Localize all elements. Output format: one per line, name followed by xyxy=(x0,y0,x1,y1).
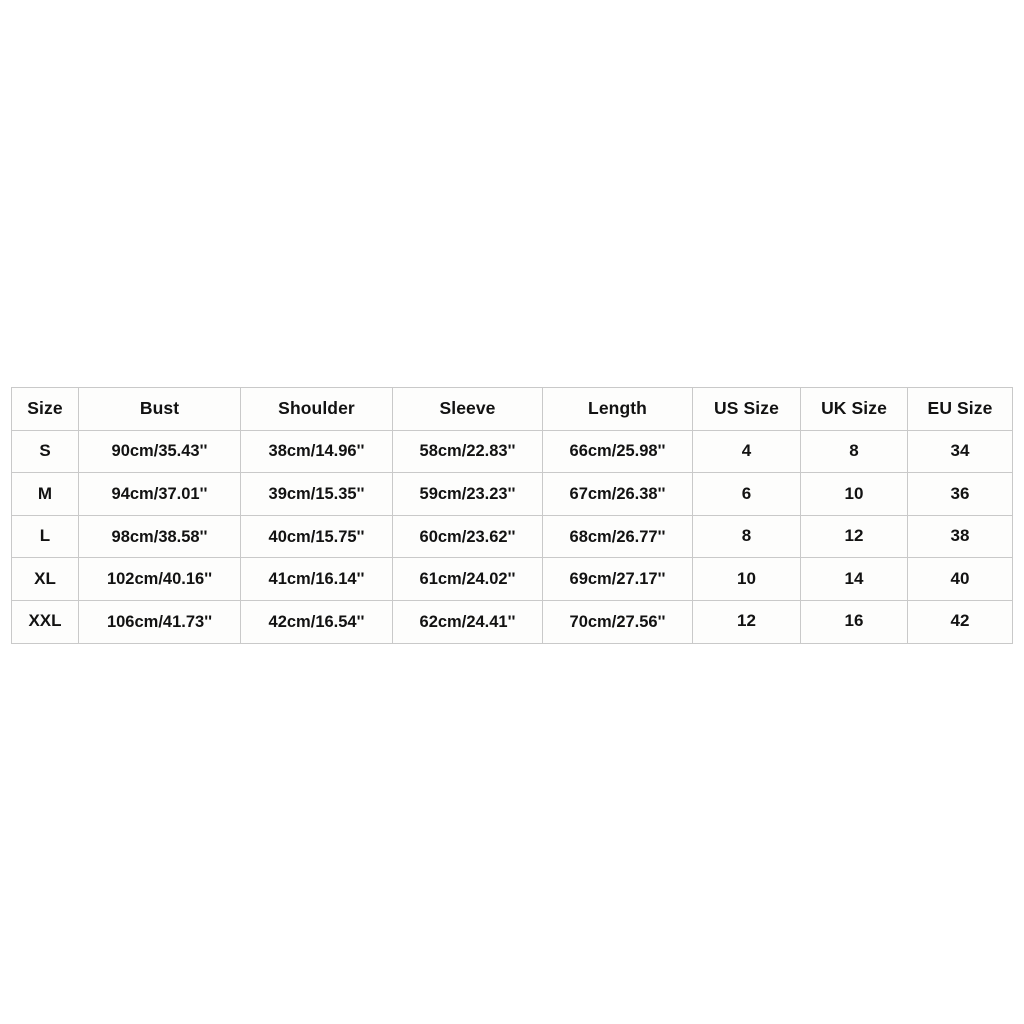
cell-sleeve: 60cm/23.62'' xyxy=(392,514,543,559)
cell-length: 67cm/26.38'' xyxy=(542,472,693,516)
cell-us-size: 6 xyxy=(692,472,801,516)
column-header-uk-size: UK Size xyxy=(800,387,908,431)
cell-uk-size: 16 xyxy=(800,599,908,644)
cell-bust: 102cm/40.16'' xyxy=(78,557,241,601)
cell-length: 70cm/27.56'' xyxy=(542,599,693,644)
size-chart-table: Size Bust Shoulder Sleeve Length US Size… xyxy=(11,387,1013,644)
cell-bust: 106cm/41.73'' xyxy=(78,599,241,644)
cell-size: M xyxy=(11,472,79,516)
cell-size: XXL xyxy=(11,599,79,644)
table-row: M 94cm/37.01'' 39cm/15.35'' 59cm/23.23''… xyxy=(11,472,1013,516)
cell-shoulder: 42cm/16.54'' xyxy=(240,599,393,644)
cell-uk-size: 8 xyxy=(800,429,908,474)
column-header-eu-size: EU Size xyxy=(907,387,1013,431)
cell-sleeve: 62cm/24.41'' xyxy=(392,599,543,644)
column-header-bust: Bust xyxy=(78,387,241,431)
cell-uk-size: 14 xyxy=(800,557,908,601)
cell-shoulder: 38cm/14.96'' xyxy=(240,429,393,474)
cell-shoulder: 39cm/15.35'' xyxy=(240,472,393,516)
cell-bust: 90cm/35.43'' xyxy=(78,429,241,474)
cell-us-size: 8 xyxy=(692,514,801,559)
cell-bust: 98cm/38.58'' xyxy=(78,514,241,559)
column-header-us-size: US Size xyxy=(692,387,801,431)
cell-sleeve: 59cm/23.23'' xyxy=(392,472,543,516)
cell-uk-size: 10 xyxy=(800,472,908,516)
column-header-shoulder: Shoulder xyxy=(240,387,393,431)
cell-eu-size: 36 xyxy=(907,472,1013,516)
cell-eu-size: 40 xyxy=(907,557,1013,601)
table-row: XL 102cm/40.16'' 41cm/16.14'' 61cm/24.02… xyxy=(11,557,1013,601)
cell-length: 69cm/27.17'' xyxy=(542,557,693,601)
cell-bust: 94cm/37.01'' xyxy=(78,472,241,516)
column-header-size: Size xyxy=(11,387,79,431)
table-header-row: Size Bust Shoulder Sleeve Length US Size… xyxy=(11,387,1013,431)
size-chart-container: Size Bust Shoulder Sleeve Length US Size… xyxy=(11,387,1013,644)
cell-eu-size: 42 xyxy=(907,599,1013,644)
table-row: XXL 106cm/41.73'' 42cm/16.54'' 62cm/24.4… xyxy=(11,599,1013,644)
cell-sleeve: 58cm/22.83'' xyxy=(392,429,543,474)
cell-length: 66cm/25.98'' xyxy=(542,429,693,474)
column-header-length: Length xyxy=(542,387,693,431)
table-row: L 98cm/38.58'' 40cm/15.75'' 60cm/23.62''… xyxy=(11,514,1013,559)
cell-size: XL xyxy=(11,557,79,601)
cell-eu-size: 38 xyxy=(907,514,1013,559)
cell-us-size: 12 xyxy=(692,599,801,644)
cell-us-size: 10 xyxy=(692,557,801,601)
cell-shoulder: 41cm/16.14'' xyxy=(240,557,393,601)
cell-shoulder: 40cm/15.75'' xyxy=(240,514,393,559)
cell-sleeve: 61cm/24.02'' xyxy=(392,557,543,601)
cell-length: 68cm/26.77'' xyxy=(542,514,693,559)
table-row: S 90cm/35.43'' 38cm/14.96'' 58cm/22.83''… xyxy=(11,429,1013,474)
table-header: Size Bust Shoulder Sleeve Length US Size… xyxy=(11,387,1013,431)
cell-size: S xyxy=(11,429,79,474)
table-body: S 90cm/35.43'' 38cm/14.96'' 58cm/22.83''… xyxy=(11,429,1013,644)
cell-uk-size: 12 xyxy=(800,514,908,559)
cell-us-size: 4 xyxy=(692,429,801,474)
cell-size: L xyxy=(11,514,79,559)
column-header-sleeve: Sleeve xyxy=(392,387,543,431)
cell-eu-size: 34 xyxy=(907,429,1013,474)
